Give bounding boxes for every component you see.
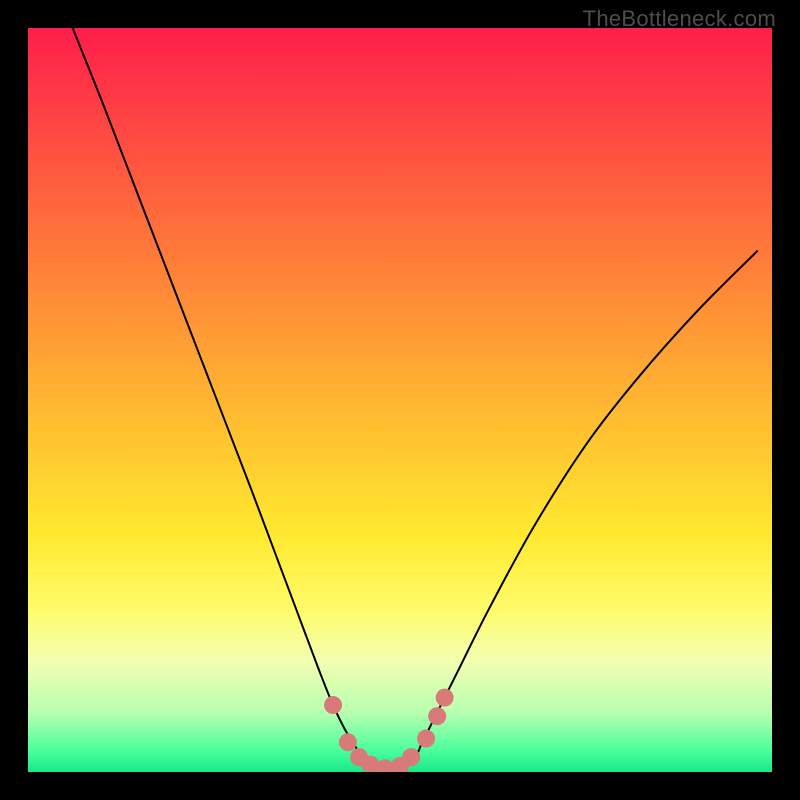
highlight-dot <box>436 689 454 707</box>
highlight-dot <box>428 707 446 725</box>
chart-background <box>28 28 772 772</box>
watermark-text: TheBottleneck.com <box>583 6 776 32</box>
highlight-dot <box>402 748 420 766</box>
highlight-dot <box>339 733 357 751</box>
highlight-dot <box>324 696 342 714</box>
chart-plot-area <box>28 28 772 772</box>
highlight-dot <box>417 730 435 748</box>
chart-svg <box>28 28 772 772</box>
